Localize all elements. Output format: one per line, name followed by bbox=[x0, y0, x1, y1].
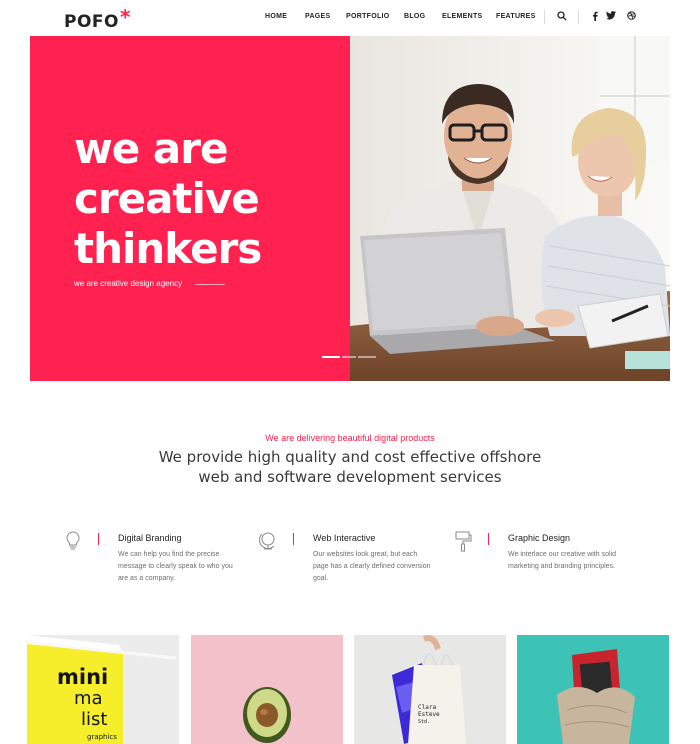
nav-pages[interactable]: PAGES bbox=[305, 13, 331, 20]
nav-portfolio[interactable]: PORTFOLIO bbox=[346, 13, 390, 20]
logo-text: POFO bbox=[64, 12, 119, 32]
nav-blog[interactable]: BLOG bbox=[404, 13, 425, 20]
feature-title: Digital Branding bbox=[118, 533, 182, 543]
feature-title: Web Interactive bbox=[313, 533, 376, 543]
search-icon[interactable] bbox=[556, 11, 568, 23]
intro-kicker: We are delivering beautiful digital prod… bbox=[265, 433, 435, 443]
book-cover-text: ma bbox=[74, 688, 103, 709]
intro-headline-line: We provide high quality and cost effecti… bbox=[158, 448, 542, 466]
hero-title-line: creative bbox=[74, 174, 260, 223]
nav-divider bbox=[578, 10, 579, 24]
site-logo[interactable]: POFO* bbox=[64, 5, 131, 32]
portfolio-item-paper-bag[interactable] bbox=[517, 635, 669, 744]
book-cover-text: mini bbox=[57, 665, 108, 689]
portfolio-item-avocado[interactable] bbox=[191, 635, 343, 744]
portfolio-item-tote-bag[interactable]: Clara Esteve Std. bbox=[354, 635, 506, 744]
slider-dot[interactable] bbox=[322, 356, 340, 358]
intro-headline: We provide high quality and cost effecti… bbox=[0, 447, 700, 487]
twitter-icon[interactable] bbox=[605, 11, 617, 23]
intro-headline-line: web and software development services bbox=[198, 468, 502, 486]
feature-title: Graphic Design bbox=[508, 533, 571, 543]
book-cover-text: list bbox=[81, 709, 107, 730]
feature-web-interactive: Web Interactive Our websites look great,… bbox=[259, 530, 449, 600]
nav-features[interactable]: FEATURES bbox=[496, 13, 536, 20]
facebook-icon[interactable] bbox=[589, 11, 601, 23]
nav-divider bbox=[544, 10, 545, 24]
feature-description: Our websites look great, but each page h… bbox=[313, 551, 431, 582]
hero-panel: we are creative thinkers we are creative… bbox=[30, 36, 350, 381]
site-header: POFO* HOME PAGES PORTFOLIO BLOG ELEMENTS… bbox=[0, 0, 700, 36]
hero-subtitle-rule bbox=[195, 284, 225, 285]
feature-description: We interlace our creative with solid mar… bbox=[508, 551, 617, 570]
feature-accent-bar bbox=[293, 533, 294, 545]
lightbulb-icon bbox=[64, 530, 82, 552]
slider-dot[interactable] bbox=[342, 356, 356, 358]
hero-subtitle: we are creative design agency bbox=[74, 279, 183, 288]
feature-accent-bar bbox=[98, 533, 99, 545]
hero-title-line: we are bbox=[74, 124, 228, 173]
slider-dot[interactable] bbox=[358, 356, 376, 358]
feature-accent-bar bbox=[488, 533, 489, 545]
hero-slider: we are creative thinkers we are creative… bbox=[30, 36, 670, 381]
nav-elements[interactable]: ELEMENTS bbox=[442, 13, 483, 20]
hero-title: we are creative thinkers bbox=[74, 124, 262, 274]
hero-title-line: thinkers bbox=[74, 224, 262, 273]
book-cover-text: graphics bbox=[87, 733, 117, 741]
globe-icon bbox=[259, 530, 277, 552]
bag-print-text: Clara bbox=[418, 704, 436, 711]
nav-home[interactable]: HOME bbox=[265, 13, 287, 20]
dribbble-icon[interactable] bbox=[625, 11, 637, 23]
bag-print-text: Std. bbox=[418, 719, 430, 725]
feature-description: We can help you find the precise message… bbox=[118, 551, 233, 582]
feature-graphic-design: Graphic Design We interlace our creative… bbox=[454, 530, 644, 600]
paint-roller-icon bbox=[454, 530, 472, 552]
portfolio-item-book[interactable]: mini ma list graphics bbox=[27, 635, 179, 744]
hero-photo bbox=[350, 36, 670, 381]
feature-digital-branding: Digital Branding We can help you find th… bbox=[64, 530, 254, 600]
bag-print-text: Esteve bbox=[418, 711, 440, 718]
logo-mark: * bbox=[119, 5, 131, 29]
